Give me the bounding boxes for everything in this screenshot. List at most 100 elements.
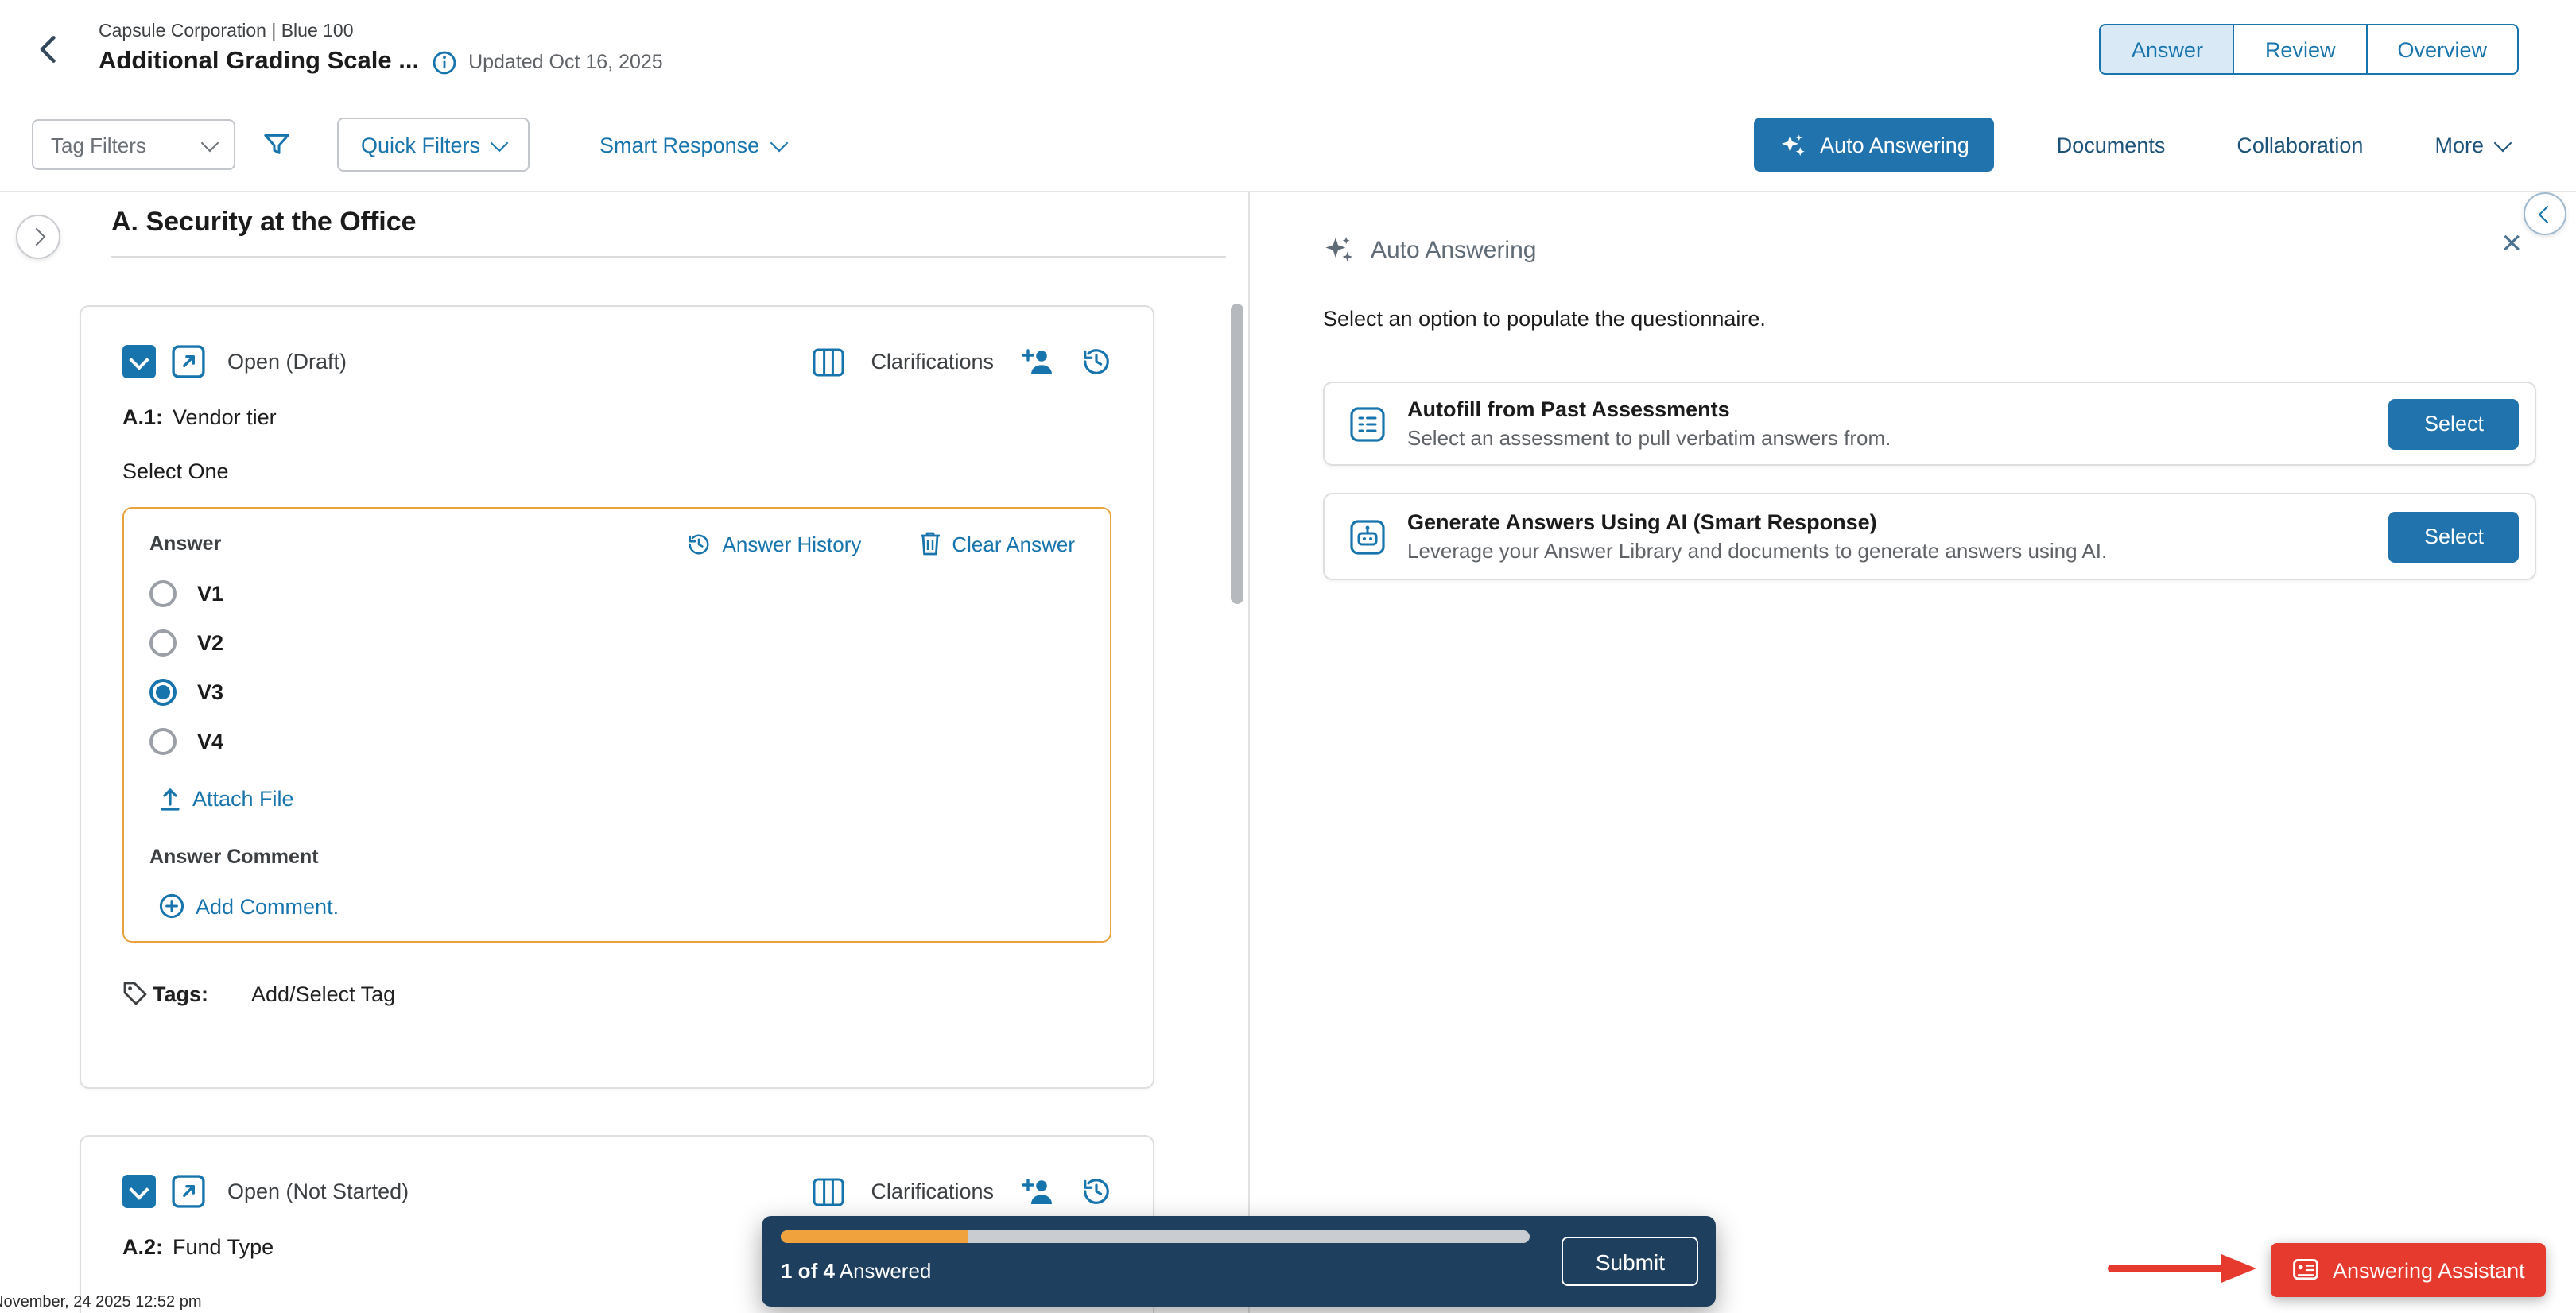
auto-answering-panel-title: Auto Answering [1371,236,1536,263]
autofill-option-title: Autofill from Past Assessments [1407,397,1891,421]
right-panel-collapse-button[interactable] [2524,192,2566,235]
assign-person-icon[interactable] [1021,348,1054,375]
smart-response-button[interactable]: Smart Response [590,131,794,158]
autofill-select-button[interactable]: Select [2389,398,2519,449]
question-status: Open (Draft) [227,350,347,374]
chevron-right-icon [27,228,45,246]
assign-person-icon[interactable] [1021,1178,1054,1205]
tag-filters-label: Tag Filters [51,133,146,157]
filter-funnel-icon[interactable] [261,129,293,161]
question-card-a1: Open (Draft) Clarifications [80,305,1154,1089]
answer-comment-label: Answer Comment [149,846,1084,868]
collaboration-link[interactable]: Collaboration [2227,131,2372,158]
auto-answering-subtitle: Select an option to populate the questio… [1323,307,1766,331]
generate-ai-option-card: Generate Answers Using AI (Smart Respons… [1323,493,2536,580]
answer-history-label: Answer History [723,532,862,556]
auto-answering-header: Auto Answering [1323,234,1536,265]
left-panel-scrollbar[interactable] [1231,304,1243,604]
clear-answer-label: Clear Answer [952,532,1075,556]
checklist-icon [1350,406,1385,441]
generate-ai-option-text: Generate Answers Using AI (Smart Respons… [1407,510,2107,563]
clear-answer-link[interactable]: Clear Answer [909,529,1084,558]
close-icon[interactable]: × [2492,224,2531,262]
sparkles-icon [1779,131,1806,158]
radio-icon[interactable] [149,728,177,755]
question-text: A.1:Vendor tier [122,405,1111,429]
tab-overview[interactable]: Overview [2365,24,2519,75]
answer-option-row[interactable]: V2 [149,629,1084,656]
autofill-option-card: Autofill from Past Assessments Select an… [1323,382,2536,466]
progress-text: 1 of 4 Answered [781,1259,931,1283]
tags-row: Tags: Add/Select Tag [122,981,1111,1006]
generate-ai-select-button[interactable]: Select [2389,511,2519,562]
clock-history-icon [688,532,712,556]
answer-header-links: Answer History Clear Answer [678,529,1084,558]
attach-file-link[interactable]: Attach File [149,785,304,812]
view-tabs: Answer Review Overview [2100,24,2519,75]
left-panel-expand-button[interactable] [16,215,60,259]
top-header: Capsule Corporation | Blue 100 Additiona… [0,0,2576,100]
clarifications-icon[interactable] [812,347,844,376]
collapse-question-icon[interactable] [122,345,156,378]
back-button[interactable] [25,25,73,73]
tag-filters-select[interactable]: Tag Filters [32,119,235,170]
quick-filters-button[interactable]: Quick Filters [337,118,530,172]
question-history-icon[interactable] [1081,347,1111,377]
clarifications-label[interactable]: Clarifications [871,1179,994,1203]
answer-history-link[interactable]: Answer History [678,530,871,557]
progress-bar [781,1230,1530,1243]
add-comment-link[interactable]: Add Comment. [149,892,348,920]
add-select-tag[interactable]: Add/Select Tag [251,982,395,1005]
auto-answering-button[interactable]: Auto Answering [1753,118,1995,172]
status-bar-text: November, 24 2025 12:52 pm [0,1294,202,1311]
auto-answering-panel: Auto Answering × Select an option to pop… [1250,192,2576,1313]
question-header: Open (Not Started) Clarifications [122,1175,1111,1208]
answering-assistant-label: Answering Assistant [2333,1258,2525,1282]
question-status: Open (Not Started) [227,1179,409,1203]
answer-header: Answer Answer History [149,529,1084,558]
assistant-card-icon [2291,1256,2320,1284]
question-actions: Clarifications [812,1176,1111,1206]
question-actions: Clarifications [812,347,1111,377]
submit-button[interactable]: Submit [1562,1237,1698,1286]
progress-footer: 1 of 4 Answered Submit [762,1216,1716,1307]
auto-answering-label: Auto Answering [1820,133,1969,157]
generate-ai-option-description: Leverage your Answer Library and documen… [1407,539,2107,563]
question-title: Fund Type [173,1235,274,1259]
upload-icon [159,787,181,811]
quick-filters-label: Quick Filters [361,133,480,157]
answering-assistant-button[interactable]: Answering Assistant [2271,1243,2546,1297]
answer-option-row[interactable]: V4 [149,728,1084,755]
expand-question-icon[interactable] [172,345,205,378]
sparkles-icon [1323,234,1355,265]
info-icon[interactable] [432,50,456,74]
section-divider [111,256,1226,258]
clarifications-icon[interactable] [812,1177,844,1206]
question-id: A.1: [122,405,163,429]
answer-option-row[interactable]: V1 [149,580,1084,607]
smart-response-label: Smart Response [599,133,759,157]
collapse-question-icon[interactable] [122,1175,156,1208]
tab-answer[interactable]: Answer [2100,24,2235,75]
breadcrumb: Capsule Corporation | Blue 100 [99,22,663,41]
chevron-left-icon [2539,205,2557,223]
tab-review[interactable]: Review [2233,24,2368,75]
app-root: Capsule Corporation | Blue 100 Additiona… [0,0,2576,1313]
documents-link[interactable]: Documents [2047,131,2175,158]
radio-icon[interactable] [149,679,177,706]
answer-option-label: V1 [197,582,223,606]
radio-icon[interactable] [149,629,177,656]
answer-option-row[interactable]: V3 [149,679,1084,706]
expand-question-icon[interactable] [172,1175,205,1208]
attach-file-label: Attach File [192,787,294,811]
add-comment-label: Add Comment. [196,894,339,918]
answer-option-label: V2 [197,631,223,655]
question-history-icon[interactable] [1081,1176,1111,1206]
title-row: Additional Grading Scale ... Updated Oct… [99,48,663,76]
toolbar-right: Auto Answering Documents Collaboration M… [1753,118,2519,172]
clarifications-label[interactable]: Clarifications [871,350,994,374]
radio-icon[interactable] [149,580,177,607]
question-id: A.2: [122,1235,163,1259]
answer-label: Answer [149,533,221,555]
more-menu[interactable]: More [2425,131,2519,158]
